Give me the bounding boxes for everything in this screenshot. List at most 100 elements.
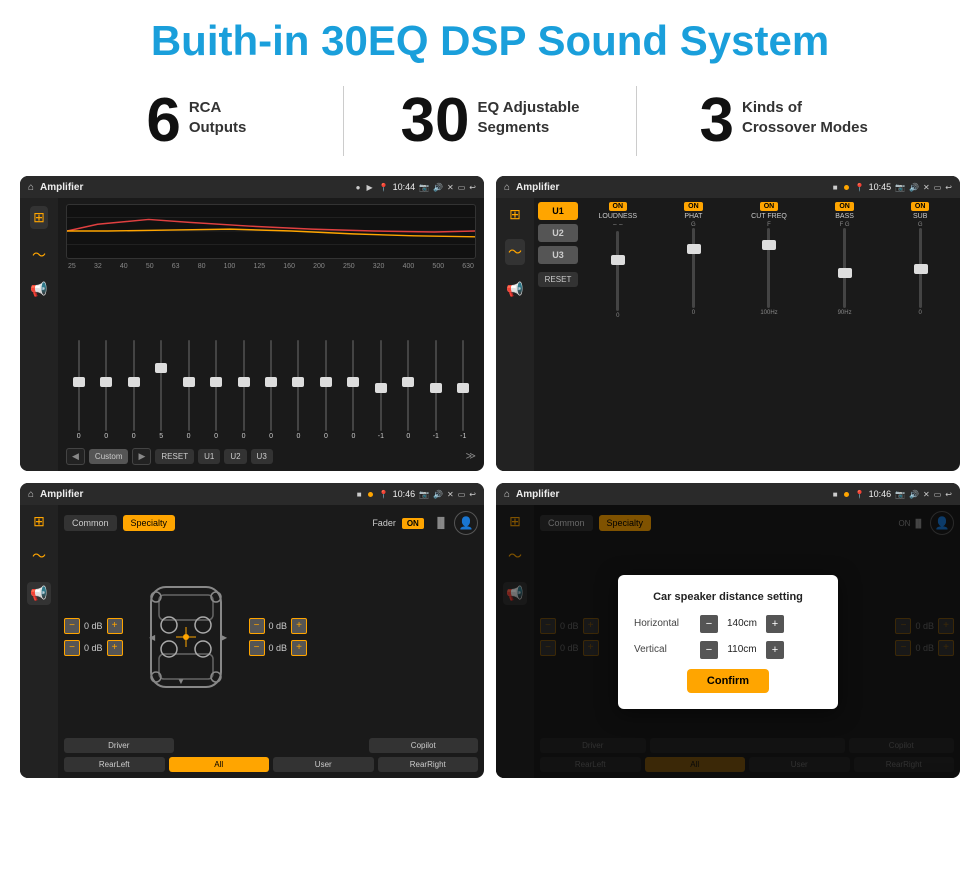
- close-icon-4[interactable]: ✕: [923, 490, 930, 499]
- right-front-minus[interactable]: −: [249, 618, 265, 634]
- common-tab[interactable]: Common: [64, 515, 117, 531]
- eq-u3-btn[interactable]: U3: [251, 449, 273, 464]
- eq-slider-13[interactable]: -1: [423, 340, 448, 440]
- right-rear-value: 0 dB: [269, 643, 288, 653]
- crossover-time-area: 📍 10:45 📷 🔊 ✕ ▭ ↩: [855, 182, 952, 192]
- u2-button[interactable]: U2: [538, 224, 578, 242]
- cutfreq-track[interactable]: [767, 228, 770, 308]
- eq-slider-2[interactable]: 0: [121, 340, 146, 440]
- bass-on[interactable]: ON: [835, 202, 854, 211]
- phat-on[interactable]: ON: [684, 202, 703, 211]
- close-icon[interactable]: ✕: [447, 183, 454, 192]
- u3-button[interactable]: U3: [538, 246, 578, 264]
- eq-mode-btn-3[interactable]: ⊞: [33, 513, 45, 530]
- person-icon-3[interactable]: 👤: [454, 511, 478, 535]
- vertical-plus[interactable]: +: [766, 641, 784, 659]
- eq-slider-4[interactable]: 0: [176, 340, 201, 440]
- wave-btn-2[interactable]: 〜: [505, 239, 525, 265]
- right-rear-plus[interactable]: +: [291, 640, 307, 656]
- speaker-btn-2[interactable]: 📢: [506, 281, 523, 298]
- horizontal-minus[interactable]: −: [700, 615, 718, 633]
- user-btn[interactable]: User: [273, 757, 374, 772]
- phat-track[interactable]: [692, 228, 695, 308]
- back-icon-2[interactable]: ↩: [945, 183, 952, 192]
- window-icon-4[interactable]: ▭: [934, 490, 942, 499]
- rearleft-btn[interactable]: RearLeft: [64, 757, 165, 772]
- u1-button[interactable]: U1: [538, 202, 578, 220]
- window-icon-2[interactable]: ▭: [934, 183, 942, 192]
- right-rear-minus[interactable]: −: [249, 640, 265, 656]
- eq-slider-1[interactable]: 0: [93, 340, 118, 440]
- eq-slider-0[interactable]: 0: [66, 340, 91, 440]
- vertical-minus[interactable]: −: [700, 641, 718, 659]
- wave-btn[interactable]: 〜: [32, 245, 46, 265]
- eq-reset-btn[interactable]: RESET: [155, 449, 194, 464]
- left-rear-minus[interactable]: −: [64, 640, 80, 656]
- eq-prev-btn[interactable]: ◀: [66, 448, 85, 465]
- back-icon-3[interactable]: ↩: [469, 490, 476, 499]
- volume-icon-2[interactable]: 🔊: [909, 183, 919, 192]
- eq-slider-9[interactable]: 0: [313, 340, 338, 440]
- close-icon-2[interactable]: ✕: [923, 183, 930, 192]
- eq-slider-8[interactable]: 0: [286, 340, 311, 440]
- eq-mode-btn-2[interactable]: ⊞: [509, 206, 521, 223]
- right-front-plus[interactable]: +: [291, 618, 307, 634]
- loudness-track[interactable]: [616, 231, 619, 311]
- all-btn[interactable]: All: [169, 757, 270, 772]
- copilot-btn[interactable]: Copilot: [369, 738, 479, 753]
- eq-slider-12[interactable]: 0: [396, 340, 421, 440]
- eq-slider-10[interactable]: 0: [341, 340, 366, 440]
- sub-on[interactable]: ON: [911, 202, 930, 211]
- horizontal-plus[interactable]: +: [766, 615, 784, 633]
- speaker-mode-btn[interactable]: 📢: [27, 582, 50, 605]
- eq-play[interactable]: ▶: [366, 183, 372, 192]
- speaker-btn[interactable]: 📢: [30, 281, 47, 298]
- left-front-minus[interactable]: −: [64, 618, 80, 634]
- cutfreq-on[interactable]: ON: [760, 202, 779, 211]
- volume-icon-4[interactable]: 🔊: [909, 490, 919, 499]
- eq-slider-7[interactable]: 0: [258, 340, 283, 440]
- window-icon-3[interactable]: ▭: [458, 490, 466, 499]
- home-icon-4[interactable]: ⌂: [504, 489, 510, 500]
- camera-icon-2: 📷: [895, 183, 905, 192]
- eq-slider-3[interactable]: 5: [148, 340, 173, 440]
- volume-icon[interactable]: 🔊: [433, 183, 443, 192]
- svg-text:▶: ▶: [221, 633, 228, 642]
- eq-custom-btn[interactable]: Custom: [89, 449, 129, 464]
- eq-more-icon[interactable]: ≫: [466, 451, 476, 462]
- loudness-on[interactable]: ON: [609, 202, 628, 211]
- eq-u2-btn[interactable]: U2: [224, 449, 246, 464]
- horizontal-ctrl: − 140cm +: [700, 615, 784, 633]
- wave-btn-3[interactable]: 〜: [32, 546, 46, 566]
- home-icon[interactable]: ⌂: [28, 182, 34, 193]
- home-icon-3[interactable]: ⌂: [28, 489, 34, 500]
- eq-next-btn[interactable]: ▶: [132, 448, 151, 465]
- specialty-tab[interactable]: Specialty: [123, 515, 176, 531]
- phat-label: PHAT: [684, 213, 702, 220]
- eq-slider-14[interactable]: -1: [451, 340, 476, 440]
- confirm-button[interactable]: Confirm: [687, 669, 769, 693]
- close-icon-3[interactable]: ✕: [447, 490, 454, 499]
- home-icon-2[interactable]: ⌂: [504, 182, 510, 193]
- back-icon[interactable]: ↩: [469, 183, 476, 192]
- eq-slider-11[interactable]: -1: [368, 340, 393, 440]
- volume-icon-3[interactable]: 🔊: [433, 490, 443, 499]
- crossover-content: ⊞ 〜 📢 U1 U2 U3 RESET ON LOUDNESS ~~: [496, 198, 960, 471]
- driver-btn[interactable]: Driver: [64, 738, 174, 753]
- left-rear-plus[interactable]: +: [107, 640, 123, 656]
- left-front-db: − 0 dB +: [64, 618, 123, 634]
- eq-u1-btn[interactable]: U1: [198, 449, 220, 464]
- crossover-reset-btn[interactable]: RESET: [538, 272, 578, 287]
- eq-slider-6[interactable]: 0: [231, 340, 256, 440]
- sub-track[interactable]: [919, 228, 922, 308]
- crossover-status-dot: [844, 185, 849, 190]
- eq-mode-btn[interactable]: ⊞: [30, 206, 48, 229]
- bass-track[interactable]: [843, 228, 846, 308]
- eq-dot-1: ●: [356, 183, 361, 192]
- back-icon-4[interactable]: ↩: [945, 490, 952, 499]
- fader-on-toggle[interactable]: ON: [402, 518, 424, 529]
- left-front-plus[interactable]: +: [107, 618, 123, 634]
- window-icon[interactable]: ▭: [458, 183, 466, 192]
- rearright-btn[interactable]: RearRight: [378, 757, 479, 772]
- eq-slider-5[interactable]: 0: [203, 340, 228, 440]
